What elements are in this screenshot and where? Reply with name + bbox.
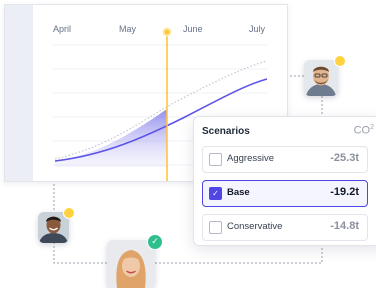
scenario-value: -19.2t xyxy=(330,186,359,198)
online-status-dot xyxy=(334,55,346,67)
scenario-label: Aggressive xyxy=(227,153,274,164)
scenarios-title: Scenarios xyxy=(202,126,250,137)
scenario-option-aggressive[interactable]: Aggressive -25.3t xyxy=(202,146,368,173)
scenario-value: -14.8t xyxy=(330,220,359,232)
month-label-july: July xyxy=(249,24,266,34)
avatar-woman[interactable] xyxy=(107,240,155,288)
unit-label: CO2 xyxy=(353,124,374,137)
scenario-option-base[interactable]: ✓ Base -19.2t xyxy=(202,180,368,207)
scenario-label: Base xyxy=(227,187,250,198)
month-label-april: April xyxy=(53,24,72,34)
scenario-value: -25.3t xyxy=(330,152,359,164)
checkbox-checked-icon[interactable]: ✓ xyxy=(209,187,222,200)
month-label-may: May xyxy=(119,24,137,34)
scenarios-panel: Scenarios CO2 Aggressive -25.3t ✓ Base -… xyxy=(193,116,376,246)
checkbox-aggressive[interactable] xyxy=(209,153,222,166)
status-dot-left-user xyxy=(63,207,75,219)
month-label-june: June xyxy=(183,24,203,34)
avatar-man-glasses[interactable] xyxy=(304,60,338,96)
checkbox-conservative[interactable] xyxy=(209,221,222,234)
scenario-label: Conservative xyxy=(227,221,283,232)
collaboration-canvas: April May June July ✓ Scenarios CO2 Aggr… xyxy=(0,0,376,288)
check-icon: ✓ xyxy=(147,234,163,250)
current-marker-dot[interactable] xyxy=(162,27,172,37)
scenario-option-conservative[interactable]: Conservative -14.8t xyxy=(202,214,368,241)
